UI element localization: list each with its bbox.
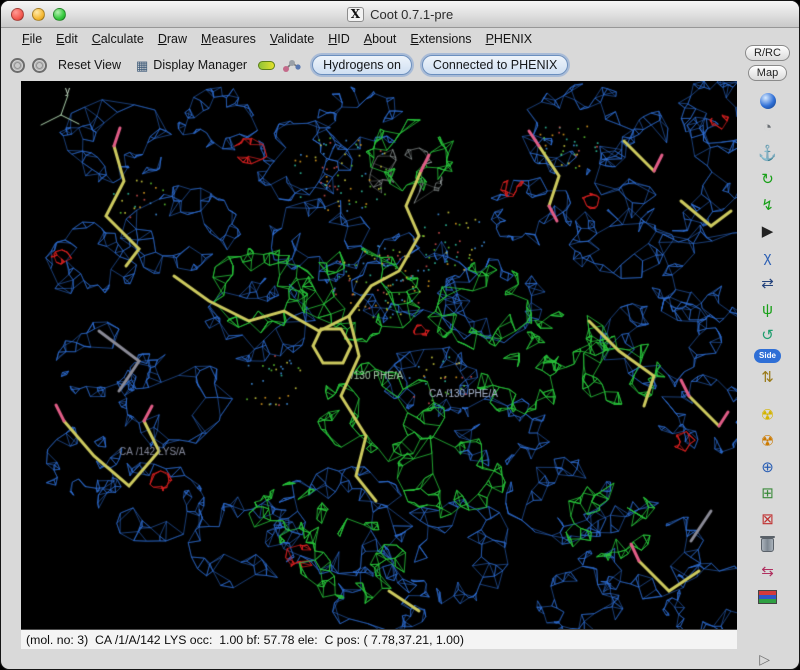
swap-icon[interactable]: ⇆ [755,559,781,583]
rotamer-icon[interactable]: ψ [755,297,781,321]
console-toggle-icon[interactable]: ▷ [759,652,770,666]
display-manager-button[interactable]: ▦ Display Manager [132,56,251,74]
menu-validate[interactable]: Validate [263,30,321,48]
menu-hid[interactable]: HID [321,30,357,48]
hydrogens-toggle-button[interactable]: Hydrogens on [312,55,412,75]
menu-measures[interactable]: Measures [194,30,263,48]
toolbar: Reset View ▦ Display Manager Hydrogens o… [1,49,568,81]
menu-edit[interactable]: Edit [49,30,85,48]
sphere-icon[interactable] [755,89,781,113]
rrc-button[interactable]: R/RC [745,45,790,61]
traffic-lights [11,8,66,21]
reset-view-button[interactable]: Reset View [54,56,125,74]
right-panel: R/RC Map ◔⚓↻↯▶χ⇄ψ↺Side⇅☢☢⊕⊞⊠⇆ [738,45,797,629]
minimize-button[interactable] [32,8,45,21]
sidechain-flip-icon[interactable]: Side [754,349,781,363]
x11-icon: X [347,7,364,22]
footer: ▷ [1,649,799,669]
record-icon-2[interactable] [32,58,47,73]
clear-pending-icon[interactable]: ⊠ [755,507,781,531]
regularize-icon[interactable]: ↯ [755,193,781,217]
zoom-button[interactable] [53,8,66,21]
anchor-icon[interactable]: ⚓ [755,141,781,165]
real-space-refine-icon[interactable]: ↻ [755,167,781,191]
menu-about[interactable]: About [357,30,404,48]
add-alt-conf-icon[interactable]: ⊞ [755,481,781,505]
add-terminal-residue-icon[interactable]: ⊕ [755,455,781,479]
window-title-text: Coot 0.7.1-pre [370,7,453,22]
go-to-atom-icon[interactable] [282,58,302,73]
status-text: (mol. no: 3) CA /1/A/142 LYS occ: 1.00 b… [26,633,464,647]
display-manager-icon: ▦ [136,59,148,72]
close-button[interactable] [11,8,24,21]
menu-calculate[interactable]: Calculate [85,30,151,48]
map-button[interactable]: Map [748,65,787,81]
titlebar[interactable]: X Coot 0.7.1-pre [1,1,799,28]
menu-phenix[interactable]: PHENIX [479,30,540,48]
menu-extensions[interactable]: Extensions [403,30,478,48]
phenix-connection-button[interactable]: Connected to PHENIX [422,55,568,75]
window-title: X Coot 0.7.1-pre [347,7,453,22]
globe-icon[interactable]: ◔ [755,115,781,139]
jed-flip-icon[interactable]: ⇅ [755,365,781,389]
mutate-icon[interactable]: ☢ [755,403,781,427]
menubar: FileEditCalculateDrawMeasuresValidateHID… [1,28,799,49]
mutate-autofit-icon[interactable]: ☢ [755,429,781,453]
go-to-ligand-icon[interactable] [258,61,275,70]
torsion-icon[interactable]: ↺ [755,323,781,347]
menu-file[interactable]: File [15,30,49,48]
display-manager-label: Display Manager [153,58,247,72]
record-icon-1[interactable] [10,58,25,73]
chi-angles-icon[interactable]: χ [755,245,781,269]
coot-window: X Coot 0.7.1-pre FileEditCalculateDrawMe… [0,0,800,670]
viewport-frame [21,81,737,629]
menu-draw[interactable]: Draw [151,30,194,48]
status-bar: (mol. no: 3) CA /1/A/142 LYS occ: 1.00 b… [21,629,737,649]
flag-icon[interactable] [755,585,781,609]
modelling-toolbar: ◔⚓↻↯▶χ⇄ψ↺Side⇅☢☢⊕⊞⊠⇆ [754,89,781,609]
play-icon[interactable]: ▶ [755,219,781,243]
molecular-viewport[interactable] [21,81,737,629]
flip-icon[interactable]: ⇄ [755,271,781,295]
delete-icon[interactable] [755,533,781,557]
